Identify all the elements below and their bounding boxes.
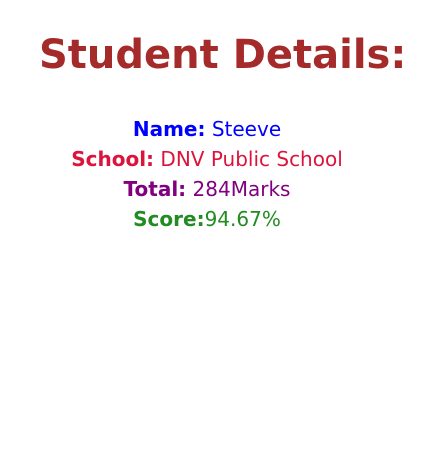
detail-row-school: School: DNV Public School xyxy=(0,144,414,174)
detail-row-score: Score:94.67% xyxy=(0,204,414,234)
school-label: School: xyxy=(71,147,155,171)
total-label: Total: xyxy=(123,177,187,201)
total-value: 284Marks xyxy=(192,177,291,201)
score-label: Score: xyxy=(133,207,205,231)
student-details: Name: Steeve School: DNV Public School T… xyxy=(0,114,414,234)
name-value: Steeve xyxy=(211,117,282,141)
score-value: 94.67% xyxy=(204,207,281,231)
detail-row-total: Total: 284Marks xyxy=(0,174,414,204)
page: Student Details: Name: Steeve School: DN… xyxy=(0,0,436,456)
school-value: DNV Public School xyxy=(160,147,343,171)
detail-row-name: Name: Steeve xyxy=(0,114,414,144)
name-label: Name: xyxy=(132,117,206,141)
page-title: Student Details: xyxy=(39,32,407,78)
